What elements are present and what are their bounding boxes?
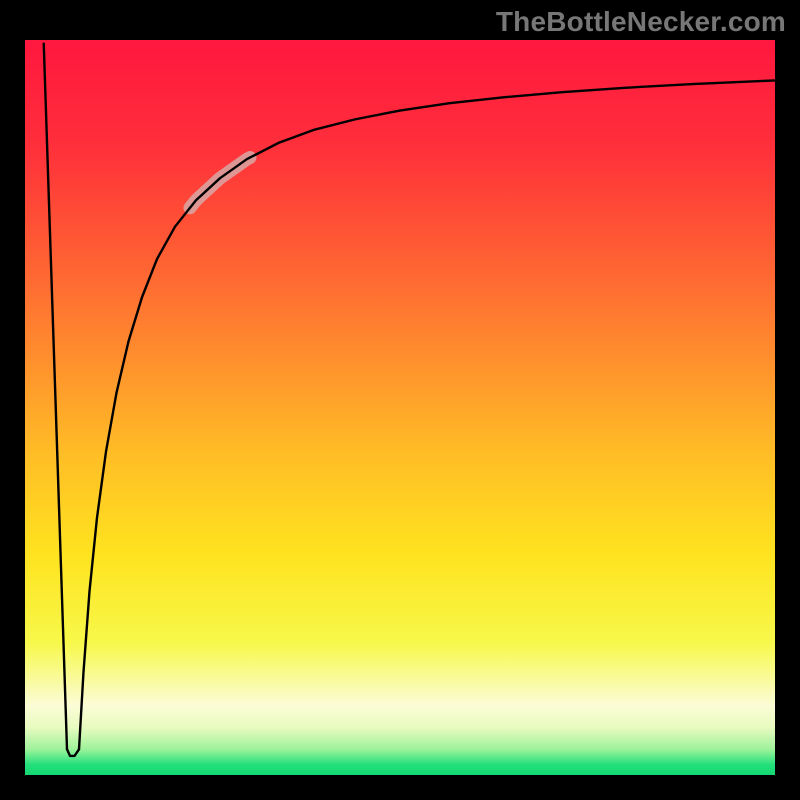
plot-background: [25, 40, 775, 775]
bottleneck-chart: [0, 0, 800, 800]
chart-container: TheBottleNecker.com: [0, 0, 800, 800]
watermark-label: TheBottleNecker.com: [496, 6, 786, 38]
